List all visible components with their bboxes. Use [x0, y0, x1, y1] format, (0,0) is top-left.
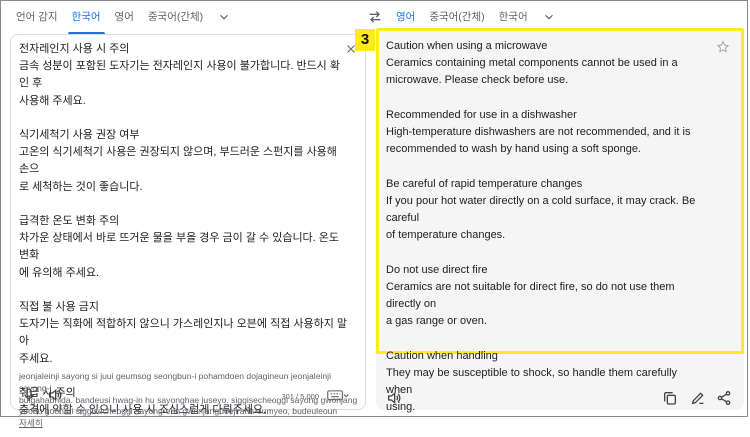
- chevron-down-icon[interactable]: [542, 10, 556, 24]
- source-block: 식기세척기 사용 권장 여부 고온의 식기세척기 사용은 권장되지 않으며, 부…: [19, 129, 337, 193]
- source-block: 직접 불 사용 금지 도자기는 직화에 적합하지 않으니 가스레인지나 오븐에 …: [19, 301, 348, 365]
- source-block: 전자레인지 사용 시 주의 금속 성분이 포함된 도자기는 전자레인지 사용이 …: [19, 43, 340, 107]
- annotation-badge: 3: [355, 29, 375, 51]
- keyboard-icon[interactable]: [327, 389, 349, 403]
- translation-text: Caution when using a microwave Ceramics …: [386, 38, 706, 434]
- translation-block: Be careful of rapid temperature changes …: [386, 177, 696, 242]
- translation-block: Do not use direct fire Ceramics are not …: [386, 263, 675, 328]
- share-icon[interactable]: [716, 390, 732, 406]
- character-counter: 301 / 5,000: [281, 392, 319, 401]
- source-text-panel[interactable]: 전자레인지 사용 시 주의 금속 성분이 포함된 도자기는 전자레인지 사용이 …: [10, 34, 366, 428]
- translation-block: Caution when handling They may be suscep…: [386, 349, 678, 414]
- source-tab-english[interactable]: 영어: [111, 0, 138, 34]
- source-tab-korean[interactable]: 한국어: [67, 0, 105, 34]
- copy-icon[interactable]: [662, 390, 678, 406]
- source-tab-detect[interactable]: 언어 감지: [12, 0, 62, 34]
- speaker-icon[interactable]: [47, 387, 63, 403]
- speaker-icon[interactable]: [386, 390, 402, 406]
- source-language-bar: 언어 감지 한국어 영어 중국어(간체): [12, 0, 362, 34]
- chevron-down-icon[interactable]: [217, 10, 231, 24]
- source-block: 급격한 온도 변화 주의 차가운 상태에서 바로 뜨거운 물을 부을 경우 금이…: [19, 215, 340, 279]
- microphone-icon[interactable]: [21, 387, 37, 403]
- star-icon[interactable]: [716, 40, 730, 54]
- translation-block: Caution when using a microwave Ceramics …: [386, 40, 678, 87]
- feedback-icon[interactable]: [690, 390, 706, 406]
- translation-block: Recommended for use in a dishwasher High…: [386, 108, 691, 156]
- more-link[interactable]: 자세히: [19, 418, 359, 430]
- source-tab-chinese[interactable]: 중국어(간체): [144, 0, 207, 34]
- swap-languages-icon[interactable]: [367, 10, 383, 24]
